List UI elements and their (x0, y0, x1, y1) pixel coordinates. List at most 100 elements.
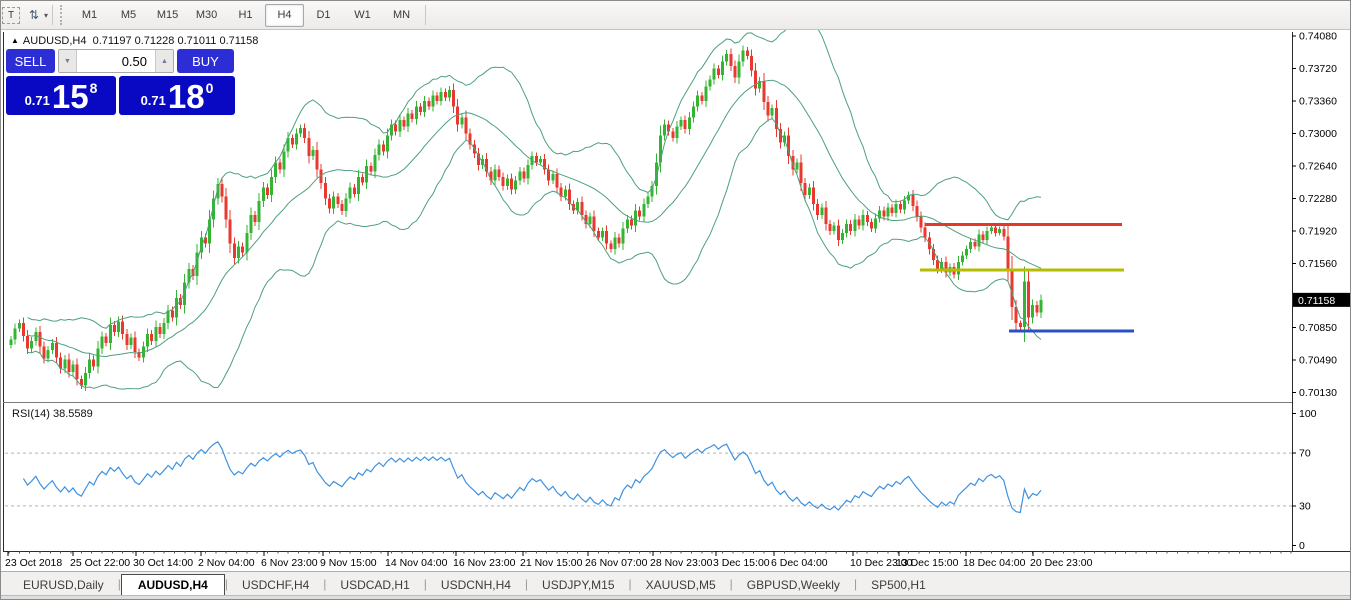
chart-ohlc-values: 0.71197 0.71228 0.71011 0.71158 (93, 35, 259, 47)
chart-tabs: EURUSD,Daily|AUDUSD,H4|USDCHF,H4|USDCAD,… (1, 572, 1351, 595)
candle-105 (444, 92, 447, 97)
time-axis-label: 13 Dec 15:00 (896, 557, 959, 569)
candle-102 (431, 96, 434, 107)
candle-51 (220, 184, 223, 197)
candle-66 (283, 152, 286, 170)
candle-170 (713, 69, 716, 80)
candle-234 (977, 235, 980, 247)
candle-241 (1006, 236, 1009, 269)
candle-194 (812, 188, 815, 204)
candle-247 (1031, 305, 1034, 318)
timeframe-button-m5[interactable]: M5 (109, 4, 148, 27)
candle-209 (874, 218, 877, 228)
candle-214 (895, 204, 898, 213)
toolbar-drag-handle[interactable] (60, 5, 65, 25)
sell-price-display[interactable]: 0.71 15 8 (6, 76, 116, 115)
candle-175 (733, 66, 736, 78)
sell-price-pipette: 8 (90, 80, 98, 96)
candle-79 (336, 197, 339, 204)
candle-62 (266, 188, 269, 195)
candle-74 (316, 150, 319, 170)
bollinger-middle-band (28, 80, 1041, 356)
candle-229 (957, 262, 960, 275)
candle-242 (1011, 269, 1014, 307)
candle-162 (680, 120, 683, 126)
chart-tab-audusd[interactable]: AUDUSD,H4 (121, 574, 225, 595)
candle-29 (129, 338, 132, 345)
timeframe-button-d1[interactable]: D1 (304, 4, 343, 27)
time-axis-label: 14 Nov 04:00 (385, 557, 448, 569)
candle-249 (1039, 300, 1042, 312)
candle-164 (688, 117, 691, 129)
candle-68 (291, 138, 294, 144)
candle-101 (427, 101, 430, 106)
candle-57 (245, 233, 248, 253)
candle-56 (241, 246, 244, 252)
candle-2 (18, 323, 21, 328)
time-axis-label: 3 Dec 15:00 (713, 557, 770, 569)
candle-5 (30, 341, 33, 348)
candle-230 (961, 255, 964, 261)
candle-52 (225, 197, 228, 220)
candle-215 (899, 204, 902, 209)
candle-11 (55, 343, 58, 357)
candle-19 (88, 359, 91, 373)
candle-109 (460, 117, 463, 124)
candle-39 (171, 311, 174, 318)
candle-130 (547, 170, 550, 181)
price-axis-label: 0.71560 (1299, 258, 1337, 270)
chart-tab-eurusd[interactable]: EURUSD,Daily (9, 575, 118, 595)
candle-151 (634, 210, 637, 225)
candle-80 (340, 204, 343, 211)
candle-104 (440, 92, 443, 101)
candle-213 (891, 208, 894, 213)
candle-87 (369, 166, 372, 171)
candle-143 (601, 231, 604, 237)
candle-127 (535, 156, 538, 162)
chart-tab-usdchf[interactable]: USDCHF,H4 (228, 575, 323, 595)
timeframe-button-m1[interactable]: M1 (70, 4, 109, 27)
candle-20 (92, 359, 95, 366)
candle-216 (903, 200, 906, 209)
timeframe-button-h4[interactable]: H4 (265, 4, 304, 27)
buy-price-display[interactable]: 0.71 18 0 (119, 76, 235, 115)
chart-tab-usdcnh[interactable]: USDCNH,H4 (427, 575, 525, 595)
candle-103 (436, 96, 439, 101)
lot-size-value[interactable]: 0.50 (77, 54, 155, 69)
text-label-tool-icon[interactable]: T (2, 7, 20, 24)
chart-tab-gbpusd[interactable]: GBPUSD,Weekly (733, 575, 854, 595)
lot-decrease-button[interactable]: ▼ (59, 50, 77, 72)
timeframe-button-m30[interactable]: M30 (187, 4, 226, 27)
price-axis-label: 0.73720 (1299, 63, 1337, 75)
candle-106 (448, 90, 451, 97)
candle-76 (324, 183, 327, 198)
candle-60 (258, 201, 261, 222)
candle-88 (374, 155, 377, 171)
buy-button[interactable]: BUY (177, 49, 234, 73)
chart-tab-usdjpy[interactable]: USDJPY,M15 (528, 575, 628, 595)
lot-increase-button[interactable]: ▲ (155, 50, 173, 72)
collapse-triangle-icon[interactable]: ▲ (11, 36, 19, 45)
candle-36 (158, 327, 161, 334)
candle-110 (465, 117, 468, 133)
chart-tab-xauusd[interactable]: XAUUSD,M5 (632, 575, 730, 595)
sell-button[interactable]: SELL (6, 49, 55, 73)
timeframe-button-m15[interactable]: M15 (148, 4, 187, 27)
candle-120 (506, 179, 509, 186)
buy-price-pipette: 0 (206, 80, 214, 96)
price-axis-label: 0.72280 (1299, 193, 1337, 205)
timeframe-button-mn[interactable]: MN (382, 4, 421, 27)
candle-236 (986, 231, 989, 240)
time-axis-label: 25 Oct 22:00 (70, 557, 130, 569)
chart-tab-usdcad[interactable]: USDCAD,H1 (326, 575, 423, 595)
timeframe-button-h1[interactable]: H1 (226, 4, 265, 27)
arrow-objects-tool-icon[interactable]: ⇅ (24, 6, 44, 24)
candle-208 (870, 222, 873, 228)
candle-142 (597, 231, 600, 237)
candle-197 (824, 208, 827, 224)
candle-144 (605, 231, 608, 244)
candle-138 (580, 202, 583, 215)
timeframe-button-w1[interactable]: W1 (343, 4, 382, 27)
chart-tab-sp500[interactable]: SP500,H1 (857, 575, 940, 595)
chevron-down-icon[interactable]: ▾ (44, 11, 48, 20)
